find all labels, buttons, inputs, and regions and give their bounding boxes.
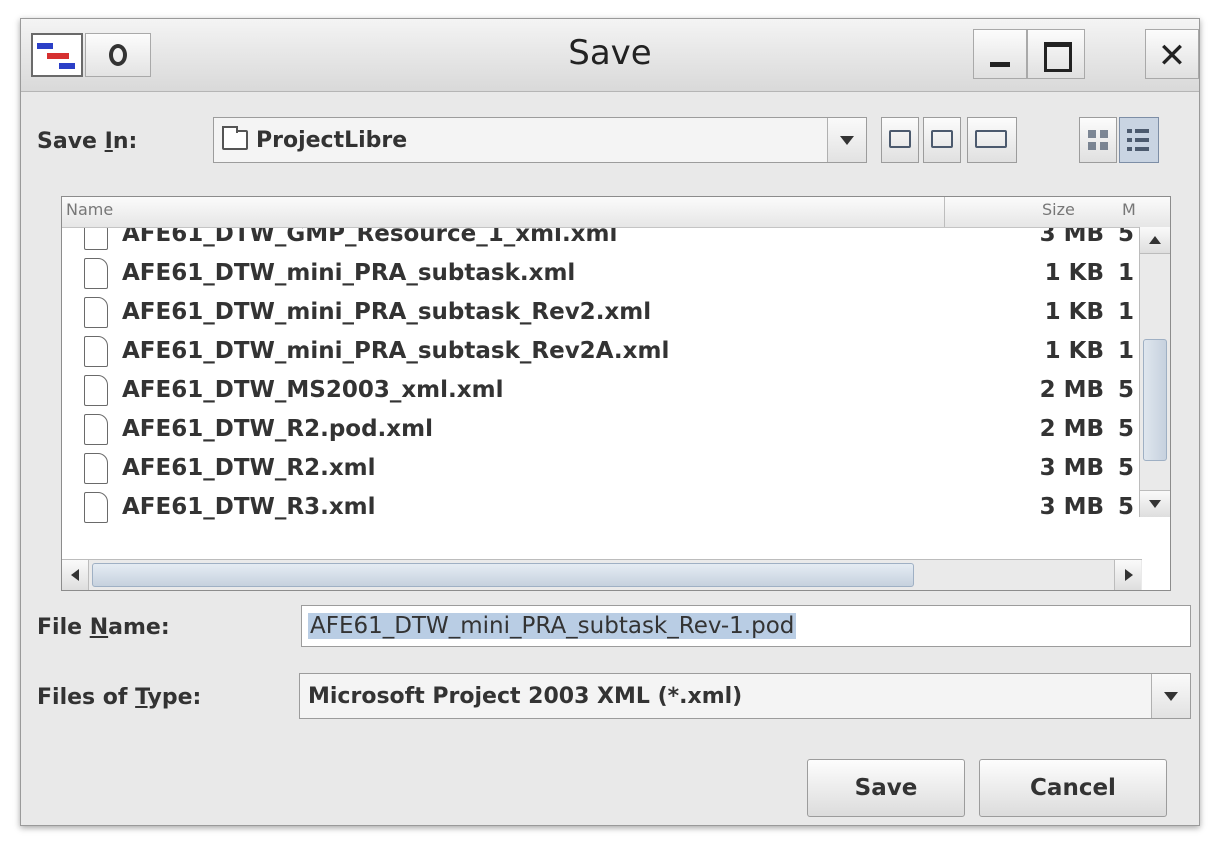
table-row[interactable]: AFE61_DTW_R3.xml 3 MB 5	[62, 488, 1134, 527]
file-name: AFE61_DTW_mini_PRA_subtask_Rev2.xml	[122, 299, 652, 325]
minimize-button[interactable]	[973, 29, 1027, 79]
file-icon	[84, 297, 108, 328]
table-header: Name Size M	[62, 197, 1170, 228]
chevron-down-icon[interactable]	[1151, 674, 1190, 718]
scroll-up-icon[interactable]	[1140, 227, 1170, 254]
table-row[interactable]: AFE61_DTW_MS2003_xml.xml 2 MB 5	[62, 371, 1134, 410]
file-name: AFE61_DTW_R2.pod.xml	[122, 416, 433, 442]
file-name: AFE61_DTW_mini_PRA_subtask_Rev2A.xml	[122, 338, 670, 364]
table-row[interactable]: AFE61_DTW_R2.pod.xml 2 MB 5	[62, 410, 1134, 449]
scroll-down-icon[interactable]	[1140, 490, 1170, 517]
table-row[interactable]: AFE61_DTW_mini_PRA_subtask_Rev2.xml 1 KB…	[62, 293, 1134, 332]
files-of-type-combo[interactable]: Microsoft Project 2003 XML (*.xml)	[299, 673, 1191, 719]
home-button[interactable]	[923, 117, 961, 163]
file-name: AFE61_DTW_mini_PRA_subtask.xml	[122, 260, 576, 286]
file-size: 2 MB	[1039, 377, 1104, 403]
details-view-button[interactable]	[1119, 117, 1159, 163]
file-name: AFE61_DTW_R2.xml	[122, 455, 376, 481]
file-modified: 5	[1118, 455, 1135, 481]
column-header-name[interactable]: Name	[66, 200, 113, 219]
vertical-scroll-thumb[interactable]	[1143, 339, 1167, 461]
save-in-value: ProjectLibre	[256, 128, 408, 153]
folder-icon	[222, 126, 248, 150]
save-in-label: Save In:	[37, 129, 138, 154]
file-size: 3 MB	[1039, 455, 1104, 481]
file-size: 3 MB	[1039, 494, 1104, 520]
table-row[interactable]: AFE61_DTW_R2.xml 3 MB 5	[62, 449, 1134, 488]
file-icon	[84, 375, 108, 406]
file-name: AFE61_DTW_MS2003_xml.xml	[122, 377, 504, 403]
file-modified: 1	[1118, 299, 1135, 325]
chevron-down-icon[interactable]	[827, 118, 866, 162]
file-modified: 5	[1118, 377, 1135, 403]
file-icon	[84, 453, 108, 484]
file-name-field[interactable]: AFE61_DTW_mini_PRA_subtask_Rev-1.pod	[301, 605, 1191, 647]
close-button[interactable]: ✕	[1145, 29, 1199, 79]
close-icon: ✕	[1157, 36, 1187, 76]
file-icon	[84, 258, 108, 289]
save-in-combo[interactable]: ProjectLibre	[213, 117, 867, 163]
column-header-size[interactable]: Size	[1042, 200, 1075, 219]
horizontal-scroll-thumb[interactable]	[92, 563, 914, 587]
file-size: 1 KB	[1044, 260, 1104, 286]
save-button[interactable]: Save	[807, 759, 965, 817]
list-view-button[interactable]	[1079, 117, 1117, 163]
up-one-level-icon	[889, 130, 911, 148]
file-icon	[84, 336, 108, 367]
title-bar[interactable]: Save ✕	[21, 19, 1199, 92]
scroll-right-icon[interactable]	[1114, 560, 1141, 590]
file-name-value: AFE61_DTW_mini_PRA_subtask_Rev-1.pod	[308, 613, 797, 639]
scroll-left-icon[interactable]	[62, 560, 89, 590]
files-of-type-value: Microsoft Project 2003 XML (*.xml)	[308, 684, 743, 709]
table-row[interactable]: AFE61_DTW_mini_PRA_subtask_Rev2A.xml 1 K…	[62, 332, 1134, 371]
save-dialog: Save ✕ Save In: ProjectLibre AFE61_DTW_G…	[20, 18, 1200, 826]
table-row[interactable]: AFE61_DTW_mini_PRA_subtask.xml 1 KB 1	[62, 254, 1134, 293]
file-modified: 5	[1118, 416, 1135, 442]
file-size: 2 MB	[1039, 416, 1104, 442]
column-header-modified[interactable]: M	[1122, 200, 1136, 219]
file-list-rows: AFE61_DTW_GMP_Resource_1_xml.xml 3 MB 5 …	[62, 215, 1134, 527]
files-of-type-label: Files of Type:	[37, 685, 202, 710]
file-name: AFE61_DTW_R3.xml	[122, 494, 376, 520]
vertical-scrollbar[interactable]	[1139, 227, 1170, 517]
file-list-table: AFE61_DTW_GMP_Resource_1_xml.xml 3 MB 5 …	[61, 196, 1171, 591]
file-size: 1 KB	[1044, 299, 1104, 325]
maximize-button[interactable]	[1027, 29, 1085, 79]
cancel-button[interactable]: Cancel	[979, 759, 1167, 817]
list-view-icon	[1088, 130, 1108, 150]
up-one-level-button[interactable]	[881, 117, 919, 163]
file-icon	[84, 492, 108, 523]
details-view-icon	[1127, 129, 1149, 151]
file-modified: 5	[1118, 494, 1135, 520]
horizontal-scrollbar[interactable]	[62, 559, 1142, 590]
file-modified: 1	[1118, 260, 1135, 286]
column-divider[interactable]	[944, 197, 945, 227]
new-folder-button[interactable]	[967, 117, 1017, 163]
file-icon	[84, 414, 108, 445]
file-size: 1 KB	[1044, 338, 1104, 364]
file-modified: 1	[1118, 338, 1135, 364]
home-icon	[931, 130, 953, 148]
file-name-label: File Name:	[37, 615, 170, 640]
new-folder-icon	[975, 130, 1007, 148]
